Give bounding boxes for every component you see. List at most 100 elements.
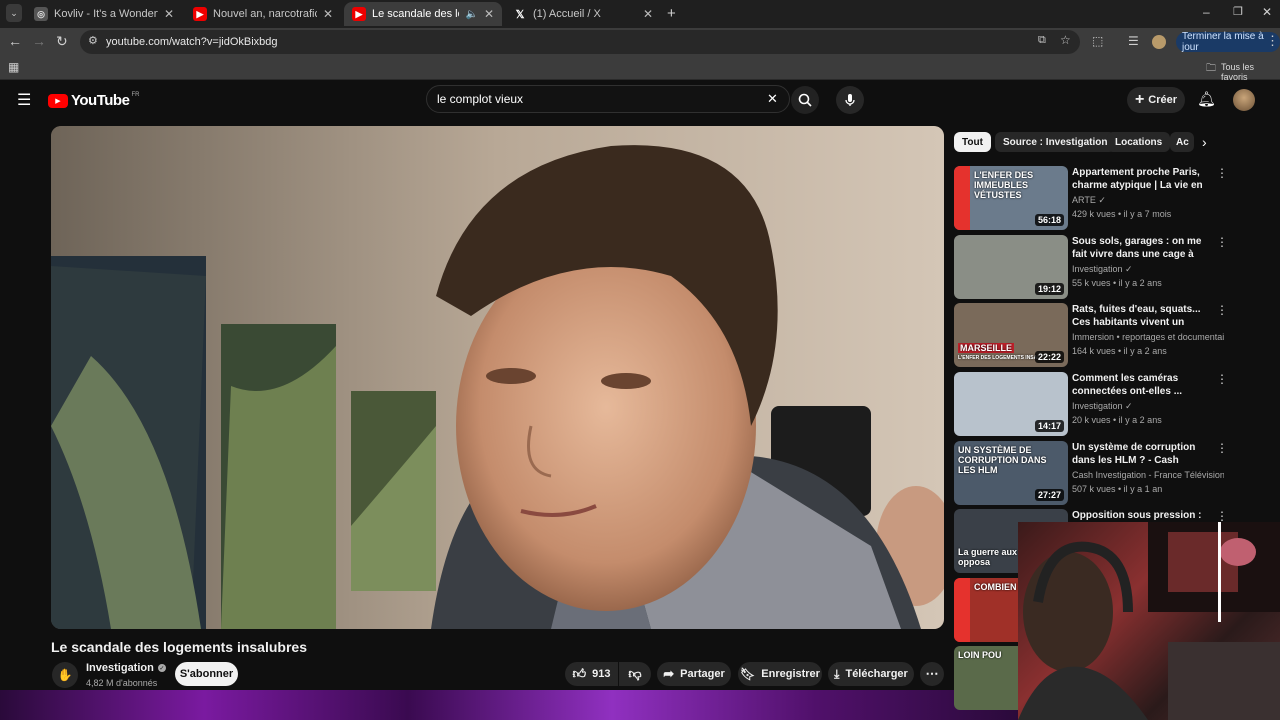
dislike-button[interactable]: 👎︎ <box>619 662 651 686</box>
account-avatar[interactable] <box>1233 89 1255 111</box>
update-button[interactable]: Terminer la mise à jour <box>1176 31 1280 53</box>
extensions-icon[interactable]: ⬚ <box>1092 34 1103 48</box>
more-vert-icon[interactable]: ⋮ <box>1216 166 1224 180</box>
search-query: le complot vieux <box>437 92 524 106</box>
new-tab-icon[interactable]: + <box>667 5 676 22</box>
search-button[interactable] <box>791 86 819 114</box>
verified-icon: ✓ <box>1122 264 1133 274</box>
minimize-icon[interactable]: – <box>1203 5 1210 19</box>
back-icon[interactable]: ← <box>8 33 22 49</box>
close-tab-icon[interactable]: ✕ <box>643 7 653 21</box>
more-vert-icon[interactable]: ⋮ <box>1216 509 1224 523</box>
x-icon: 𝕏 <box>515 8 525 21</box>
close-tab-icon[interactable]: ✕ <box>323 7 333 21</box>
hamburger-menu-icon[interactable]: ☰ <box>17 90 31 110</box>
notifications-bell-icon[interactable]: 🔔︎ <box>1197 90 1216 108</box>
url-field[interactable]: ⚙ youtube.com/watch?v=jidOkBixbdg ⧉ ☆ <box>80 30 1080 54</box>
tab-nouvel-an[interactable]: ▶ Nouvel an, narcotrafic...L'interv ✕ <box>185 2 341 26</box>
video-player[interactable] <box>51 126 944 629</box>
recommendation-thumbnail[interactable]: L'ENFER DES IMMEUBLES VÉTUSTES 56:18 <box>954 166 1068 230</box>
more-vert-icon[interactable]: ⋮ <box>1216 441 1224 455</box>
maximize-icon[interactable]: ❐ <box>1233 5 1243 18</box>
create-button[interactable]: + Créer <box>1127 87 1185 113</box>
tab-kovliv[interactable]: ◎ Kovliv - It's a Wonderful Knife ( ✕ <box>26 2 182 26</box>
forward-icon[interactable]: → <box>32 33 46 49</box>
apps-grid-icon[interactable]: ▦ <box>8 60 19 74</box>
voice-search-button[interactable] <box>836 86 864 114</box>
chip-truncated[interactable]: Ac <box>1170 132 1194 152</box>
search-icon <box>798 93 812 107</box>
browser-tab-bar: ⌄ ◎ Kovliv - It's a Wonderful Knife ( ✕ … <box>0 0 1280 28</box>
verified-icon: ✓ <box>1122 401 1133 411</box>
verified-icon: ✓ <box>1095 195 1106 205</box>
logo-region: FR <box>131 91 140 98</box>
recommendation-item[interactable]: 19:12 Sous sols, garages : on me fait viv… <box>954 235 1224 301</box>
more-vert-icon[interactable]: ⋮ <box>1216 372 1224 386</box>
recommendation-title[interactable]: Sous sols, garages : on me fait vivre da… <box>1072 235 1212 262</box>
all-bookmarks-link[interactable]: Tous les favoris <box>1221 62 1280 82</box>
chip-locations[interactable]: Locations <box>1107 132 1171 152</box>
chip-source-investigation[interactable]: Source : Investigation <box>995 132 1116 152</box>
tab-search-icon[interactable]: ⌄ <box>6 4 22 22</box>
chip-all[interactable]: Tout <box>954 132 991 152</box>
channel-name: Immersion • reportages et documentair... <box>1072 332 1224 342</box>
close-window-icon[interactable]: ✕ <box>1262 5 1272 19</box>
recommendation-title[interactable]: Opposition sous pression : <box>1072 509 1212 522</box>
more-vert-icon[interactable]: ⋮ <box>1216 303 1224 317</box>
recommendation-item[interactable]: 14:17 Comment les caméras connectées ont-… <box>954 372 1224 438</box>
chips-next-icon[interactable]: › <box>1202 134 1207 150</box>
share-button[interactable]: ➦ Partager <box>657 662 731 686</box>
recommendation-channel[interactable]: Investigation ✓ <box>1072 264 1224 275</box>
reload-icon[interactable]: ↻ <box>56 33 68 50</box>
like-count: 913 <box>592 668 611 680</box>
recommendation-channel[interactable]: Immersion • reportages et documentair... <box>1072 332 1224 342</box>
profile-avatar[interactable] <box>1152 35 1166 49</box>
more-dots-icon: ⋯ <box>925 666 939 681</box>
more-actions-button[interactable]: ⋯ <box>920 662 944 686</box>
thumbnail-overlay-text: MARSEILLE <box>958 343 1015 353</box>
save-button[interactable]: 🔖︎ Enregistrer <box>738 662 822 686</box>
subscribe-button[interactable]: S'abonner <box>175 662 238 686</box>
recommendation-channel[interactable]: ARTE ✓ <box>1072 195 1224 206</box>
recommendation-title[interactable]: Appartement proche Paris, charme atypiqu… <box>1072 166 1212 193</box>
bookmark-star-icon[interactable]: ☆ <box>1060 33 1071 47</box>
download-button[interactable]: ⤓ Télécharger <box>828 662 914 686</box>
recommendation-channel[interactable]: Investigation ✓ <box>1072 401 1224 412</box>
more-vert-icon[interactable]: ⋮ <box>1216 235 1224 249</box>
channel-name[interactable]: Investigation <box>86 662 154 674</box>
download-icon: ⤓ <box>834 666 840 681</box>
recommendation-channel[interactable]: Cash Investigation - France Télévisions … <box>1072 470 1224 481</box>
recommendation-thumbnail[interactable]: 19:12 <box>954 235 1068 299</box>
streamer-webcam-image <box>1018 522 1280 720</box>
download-label: Télécharger <box>845 668 908 680</box>
recommendation-meta: 429 k vues • il y a 7 mois <box>1072 209 1172 219</box>
recommendation-item[interactable]: MARSEILLE L'ENFER DES LOGEMENTS INSAL 22:2… <box>954 303 1224 369</box>
recommendation-thumbnail[interactable]: UN SYSTÈME DE CORRUPTION DANS LES HLM 27:… <box>954 441 1068 505</box>
share-label: Partager <box>680 668 725 680</box>
video-duration: 19:12 <box>1034 283 1064 295</box>
install-app-icon[interactable]: ⧉ <box>1038 34 1046 47</box>
channel-avatar[interactable]: ✋ <box>52 662 78 688</box>
site-info-icon[interactable]: ⚙ <box>88 34 98 47</box>
search-input[interactable]: le complot vieux ✕ <box>426 85 790 113</box>
clear-search-icon[interactable]: ✕ <box>767 91 778 107</box>
recommendation-item[interactable]: UN SYSTÈME DE CORRUPTION DANS LES HLM 27:… <box>954 441 1224 507</box>
youtube-icon: ▶ <box>352 7 366 21</box>
bookmarks-bar: ▦ 🗀 Tous les favoris <box>0 56 1280 82</box>
tab-x-accueil[interactable]: 𝕏 (1) Accueil / X ✕ <box>505 2 661 26</box>
mute-icon[interactable]: 🔈 <box>465 9 477 20</box>
recommendation-item[interactable]: L'ENFER DES IMMEUBLES VÉTUSTES 56:18 Appar… <box>954 166 1224 232</box>
recommendation-title[interactable]: Comment les caméras connectées ont-elles… <box>1072 372 1212 398</box>
tab-scandale[interactable]: ▶ Le scandale des logements 🔈 ✕ <box>344 2 502 26</box>
recommendation-thumbnail[interactable]: 14:17 <box>954 372 1068 436</box>
recommendation-title[interactable]: Rats, fuites d'eau, squats... Ces habita… <box>1072 303 1212 330</box>
recommendation-thumbnail[interactable]: MARSEILLE L'ENFER DES LOGEMENTS INSAL 22:2… <box>954 303 1068 367</box>
reading-list-icon[interactable]: ☰ <box>1128 34 1139 48</box>
close-tab-icon[interactable]: ✕ <box>484 7 494 21</box>
like-button[interactable]: 👍︎ 913 <box>565 662 618 686</box>
youtube-logo[interactable]: ▶ YouTube FR <box>48 92 139 109</box>
folder-icon: 🗀 <box>1206 63 1216 74</box>
recommendation-title[interactable]: Un système de corruption dans les HLM ? … <box>1072 441 1212 468</box>
close-tab-icon[interactable]: ✕ <box>164 7 174 21</box>
menu-dots-icon[interactable]: ⋮ <box>1266 33 1279 49</box>
